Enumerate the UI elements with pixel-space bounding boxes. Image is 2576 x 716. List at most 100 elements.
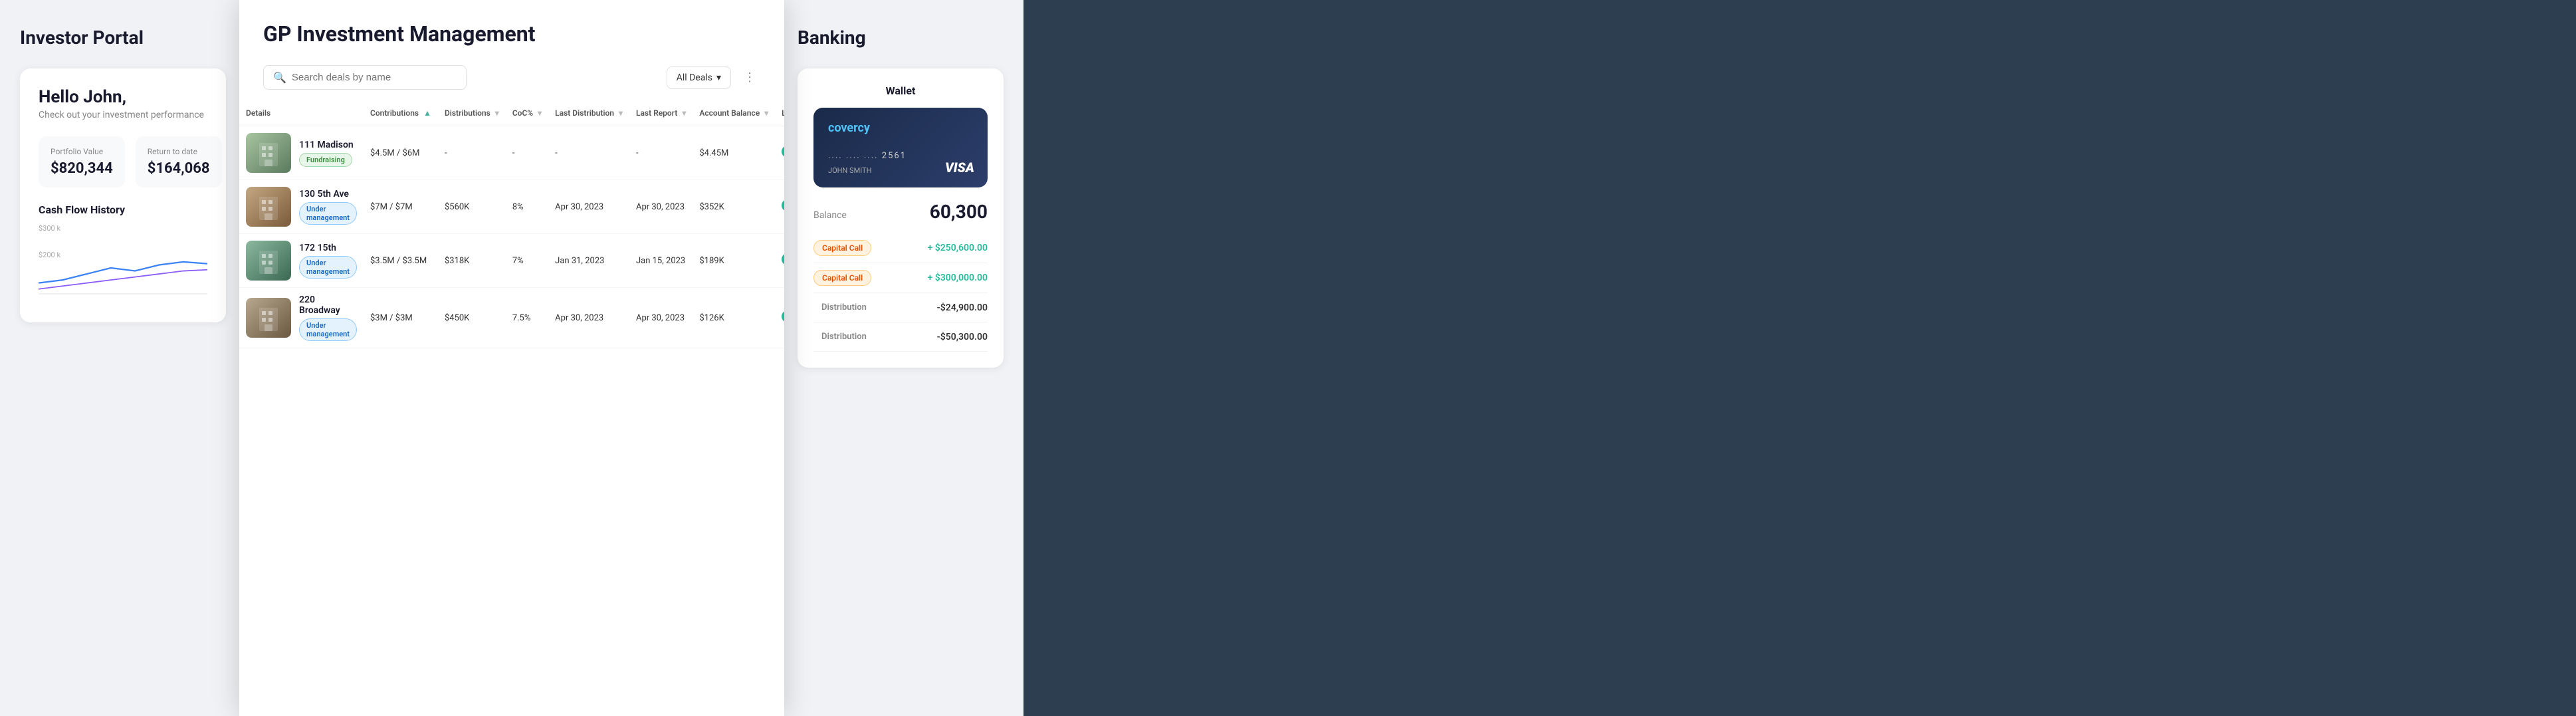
transaction-amount-1: + $300,000.00: [928, 273, 988, 283]
banking-card: Wallet covercy .... .... .... 2561 JOHN …: [798, 68, 1004, 368]
credit-card: covercy .... .... .... 2561 JOHN SMITH V…: [813, 108, 988, 187]
chevron-down-icon: ▾: [716, 72, 721, 83]
table-header: Details Contributions ▲ Distributions ▾ …: [239, 100, 784, 126]
card-brand: covercy: [828, 121, 973, 135]
all-deals-select[interactable]: All Deals ▾: [667, 66, 731, 89]
portfolio-value-box: Portfolio Value $820,344: [39, 136, 125, 187]
table-row: 220 Broadway Under management $3M / $3M …: [239, 288, 784, 348]
deal-coc-3: 7.5%: [506, 288, 548, 348]
deal-name-3: 220 Broadway: [299, 295, 357, 316]
search-icon: 🔍: [273, 71, 286, 84]
deal-details-cell-2: 172 15th Under management: [239, 234, 364, 288]
deal-contributions-1: $7M / $7M: [364, 180, 438, 234]
deal-badge-2: Under management: [299, 256, 357, 279]
deal-distributions-1: $560K: [438, 180, 506, 234]
portfolio-label: Portfolio Value: [51, 147, 113, 156]
gp-header: GP Investment Management 🔍 All Deals ▾ ⋮: [239, 0, 784, 90]
deal-contributions-2: $3.5M / $3.5M: [364, 234, 438, 288]
deal-image-2: [246, 241, 291, 281]
search-box[interactable]: 🔍: [263, 65, 467, 90]
deal-last-report-0: -: [629, 126, 693, 180]
deal-image-3: [246, 298, 291, 338]
chart-label-200k: $200 k: [39, 251, 60, 259]
deal-badge-0: Fundraising: [299, 153, 352, 167]
deal-last-report-2: Jan 15, 2023: [629, 234, 693, 288]
status-dot-0: [782, 146, 784, 158]
deal-name-2: 172 15th: [299, 243, 357, 253]
deal-distributions-0: -: [438, 126, 506, 180]
balance-label: Balance: [813, 210, 847, 221]
deal-badge-1: Under management: [299, 202, 357, 225]
col-last-report: Last Report ▾: [629, 100, 693, 126]
investor-portal-panel: Investor Portal Hello John, Check out yo…: [0, 0, 246, 716]
deal-account-balance-3: $126K: [693, 288, 775, 348]
deal-lp-portal-0: [775, 126, 784, 180]
metrics-row: Portfolio Value $820,344 Return to date …: [39, 136, 207, 187]
col-account-balance: Account Balance ▾: [693, 100, 775, 126]
transaction-badge-1: Capital Call: [813, 270, 871, 286]
deal-contributions-0: $4.5M / $6M: [364, 126, 438, 180]
transaction-amount-3: -$50,300.00: [937, 332, 988, 342]
deal-details-cell-0: 111 Madison Fundraising: [239, 126, 364, 180]
deal-account-balance-0: $4.45M: [693, 126, 775, 180]
all-deals-label: All Deals: [677, 72, 712, 83]
col-last-distribution: Last Distribution ▾: [548, 100, 629, 126]
col-coc: CoC% ▾: [506, 100, 548, 126]
filter-arrow-last-report[interactable]: ▾: [682, 108, 686, 118]
toolbar: 🔍 All Deals ▾ ⋮: [263, 65, 760, 90]
filter-arrow-distributions[interactable]: ▾: [495, 108, 499, 118]
deal-account-balance-2: $189K: [693, 234, 775, 288]
filter-arrow-last-dist[interactable]: ▾: [619, 108, 623, 118]
col-details: Details: [239, 100, 364, 126]
banking-title: Banking: [798, 27, 1004, 49]
deal-last-distribution-1: Apr 30, 2023: [548, 180, 629, 234]
more-menu-button[interactable]: ⋮: [739, 67, 760, 88]
transaction-badge-0: Capital Call: [813, 240, 871, 256]
status-dot-2: [782, 253, 784, 265]
deals-table-container: Details Contributions ▲ Distributions ▾ …: [239, 100, 784, 348]
table-row: 111 Madison Fundraising $4.5M / $6M - - …: [239, 126, 784, 180]
deal-coc-0: -: [506, 126, 548, 180]
deal-last-report-3: Apr 30, 2023: [629, 288, 693, 348]
transaction-amount-0: + $250,600.00: [928, 243, 988, 253]
hello-card: Hello John, Check out your investment pe…: [20, 68, 226, 322]
table-header-row: Details Contributions ▲ Distributions ▾ …: [239, 100, 784, 126]
deal-coc-2: 7%: [506, 234, 548, 288]
table-row: 172 15th Under management $3.5M / $3.5M …: [239, 234, 784, 288]
deals-table: Details Contributions ▲ Distributions ▾ …: [239, 100, 784, 348]
status-dot-3: [782, 310, 784, 322]
balance-value: 60,300: [930, 201, 988, 223]
transaction-badge-2: Distribution: [813, 300, 875, 315]
filter-arrow-coc[interactable]: ▾: [538, 108, 542, 118]
deal-coc-1: 8%: [506, 180, 548, 234]
return-label: Return to date: [148, 147, 210, 156]
deal-name-1: 130 5th Ave: [299, 189, 357, 199]
visa-icon: VISA: [945, 160, 974, 176]
greeting-text: Hello John,: [39, 87, 207, 107]
search-input[interactable]: [292, 72, 457, 83]
portfolio-value: $820,344: [51, 160, 113, 177]
chart-svg: [39, 235, 207, 301]
filter-arrow-balance[interactable]: ▾: [764, 108, 768, 118]
deal-last-distribution-0: -: [548, 126, 629, 180]
sort-arrow-contributions[interactable]: ▲: [423, 108, 431, 118]
deal-image-0: [246, 133, 291, 173]
cash-flow-chart: $300 k $200 k: [39, 224, 207, 304]
deal-lp-portal-3: [775, 288, 784, 348]
deal-distributions-2: $318K: [438, 234, 506, 288]
gp-panel: GP Investment Management 🔍 All Deals ▾ ⋮…: [239, 0, 784, 716]
transaction-amount-2: -$24,900.00: [937, 302, 988, 313]
greeting-subtitle: Check out your investment performance: [39, 110, 207, 120]
gp-title: GP Investment Management: [263, 21, 760, 47]
deal-badge-3: Under management: [299, 318, 357, 341]
transaction-badge-3: Distribution: [813, 329, 875, 344]
investor-portal-title: Investor Portal: [20, 27, 226, 49]
deal-name-0: 111 Madison: [299, 140, 354, 150]
deals-tbody: 111 Madison Fundraising $4.5M / $6M - - …: [239, 126, 784, 348]
transaction-item: Capital Call + $250,600.00: [813, 233, 988, 263]
transaction-item: Distribution -$24,900.00: [813, 293, 988, 322]
transaction-item: Capital Call + $300,000.00: [813, 263, 988, 293]
status-dot-1: [782, 199, 784, 211]
return-value: $164,068: [148, 160, 210, 177]
deal-account-balance-1: $352K: [693, 180, 775, 234]
